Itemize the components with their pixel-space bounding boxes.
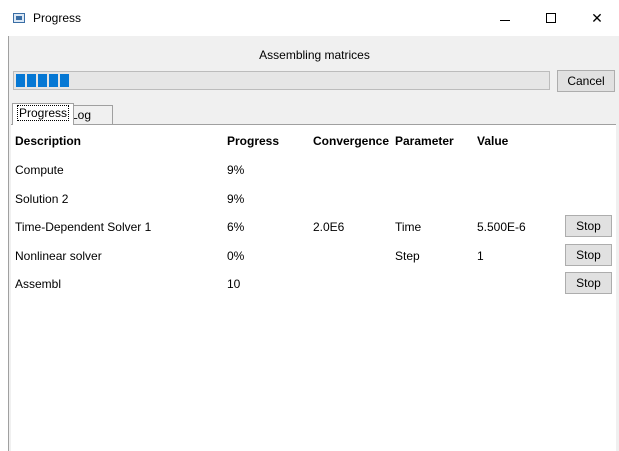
cell-value: 1 [477, 249, 484, 263]
maximize-icon [546, 13, 556, 23]
app-icon [13, 13, 25, 23]
cancel-button[interactable]: Cancel [557, 70, 615, 92]
tab-progress[interactable]: Progress [12, 103, 75, 125]
progress-segment [38, 74, 47, 87]
cell-description: Solution 2 [15, 192, 69, 206]
progress-bar [13, 71, 550, 90]
header-progress: Progress [227, 134, 280, 148]
cell-description: Nonlinear solver [15, 249, 102, 263]
title-bar: Progress ✕ [0, 0, 619, 36]
cell-progress: 9% [227, 163, 245, 177]
window-title: Progress [33, 11, 82, 25]
progress-fill [16, 74, 69, 87]
header-value: Value [477, 134, 509, 148]
progress-segment [27, 74, 36, 87]
minimize-button[interactable] [482, 0, 528, 36]
minimize-icon [500, 19, 510, 21]
cell-parameter: Time [395, 220, 422, 234]
header-description: Description [15, 134, 82, 148]
progress-segment [60, 74, 69, 87]
cell-value: 5.500E-6 [477, 220, 526, 234]
maximize-button[interactable] [528, 0, 574, 36]
stop-button[interactable]: Stop [565, 244, 612, 266]
cell-progress: 0% [227, 249, 245, 263]
progress-segment [16, 74, 25, 87]
cell-parameter: Step [395, 249, 420, 263]
stop-button[interactable]: Stop [565, 272, 612, 294]
progress-segment [49, 74, 58, 87]
cell-progress: 6% [227, 220, 245, 234]
header-parameter: Parameter [395, 134, 454, 148]
close-button[interactable]: ✕ [574, 0, 619, 36]
status-message: Assembling matrices [259, 48, 370, 62]
cell-description: Assembl [15, 277, 62, 291]
cell-description: Compute [15, 163, 64, 177]
close-icon: ✕ [591, 9, 603, 26]
tab-progress-label: Progress [17, 105, 70, 121]
header-convergence: Convergence [313, 134, 390, 148]
dialog-body: Assembling matrices Cancel Progress Log … [8, 36, 619, 451]
cell-convergence: 2.0E6 [313, 220, 345, 234]
stop-button[interactable]: Stop [565, 215, 612, 237]
cell-description: Time-Dependent Solver 1 [15, 220, 152, 234]
cell-progress: 9% [227, 192, 245, 206]
cell-progress: 10 [227, 277, 241, 291]
progress-table: Description Progress Convergence Paramet… [11, 124, 616, 451]
